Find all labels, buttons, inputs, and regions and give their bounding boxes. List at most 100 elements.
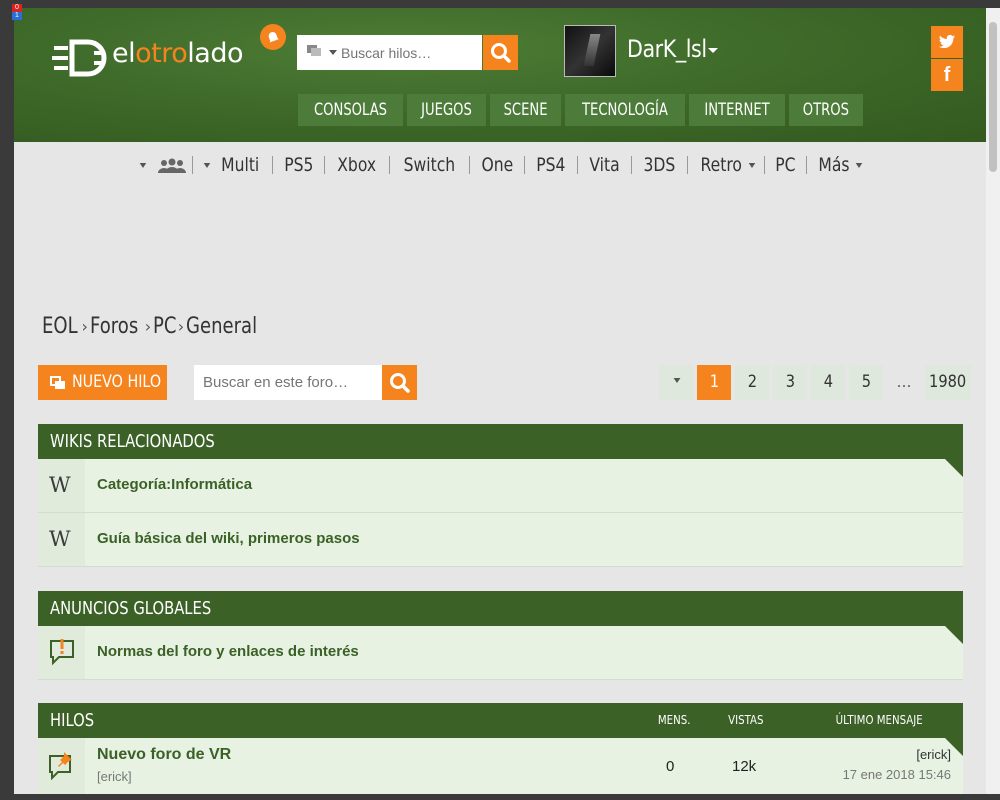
communities-menu[interactable] (129, 154, 192, 176)
page-1[interactable]: 1 (697, 365, 731, 400)
nav-consolas[interactable]: CONSOLAS (298, 94, 403, 126)
badge-0: 0 (12, 4, 22, 12)
thread-last-user[interactable]: [erick] (916, 747, 951, 762)
platform-mas[interactable]: Más (807, 154, 871, 176)
user-menu-caret-icon[interactable] (708, 48, 718, 53)
search-icon (491, 43, 511, 63)
page-3[interactable]: 3 (773, 365, 807, 400)
page-ellipsis: … (896, 373, 912, 391)
platform-switch[interactable]: Switch (390, 154, 469, 176)
column-last-message[interactable]: ÚLTIMO MENSAJE (836, 703, 923, 738)
breadcrumb-chevron-icon: › (177, 317, 185, 336)
section-header: ANUNCIOS GLOBALES (38, 591, 963, 626)
thread-views: 12k (732, 758, 757, 775)
breadcrumb: EOL › Foros › PC › General (42, 314, 273, 339)
breadcrumb-foros[interactable]: Foros (90, 314, 149, 339)
thread-title[interactable]: Nuevo foro de VR (97, 746, 231, 764)
nav-otros[interactable]: OTROS (789, 94, 863, 126)
site-logo[interactable]: elotrolado (52, 34, 292, 84)
badge-1: 1 (12, 12, 22, 20)
browser-viewport: elotrolado DarK_lsl (14, 8, 986, 794)
platform-vita[interactable]: Vita (578, 154, 631, 176)
header-search-input[interactable] (341, 35, 476, 70)
announcements-section: ANUNCIOS GLOBALES Normas del foro y enla… (38, 591, 963, 680)
scrollbar-thumb[interactable] (989, 22, 997, 172)
wiki-link[interactable]: Categoría:Informática (97, 476, 252, 493)
platform-xbox[interactable]: Xbox (325, 154, 388, 176)
alert-bubble-icon (50, 639, 74, 666)
debug-badges: 0 1 (12, 4, 22, 20)
new-thread-label: NUEVO HILO (72, 372, 162, 392)
nav-tecnologia[interactable]: TECNOLOGÍA (565, 94, 686, 126)
thread-author[interactable]: [erick] (97, 769, 132, 784)
platform-pc[interactable]: PC (765, 154, 806, 176)
platform-multi[interactable]: Multi (193, 154, 271, 176)
breadcrumb-chevron-icon: › (144, 317, 152, 336)
page-last[interactable]: 1980 (925, 365, 971, 400)
column-views[interactable]: VISTAS (728, 703, 763, 738)
section-title: HILOS (50, 710, 95, 731)
nav-juegos[interactable]: JUEGOS (406, 94, 486, 126)
section-title: WIKIS RELACIONADOS (50, 431, 215, 452)
threads-section: HILOS MENS. VISTAS ÚLTIMO MENSAJE Nuevo … (38, 703, 963, 794)
section-title: ANUNCIOS GLOBALES (50, 598, 212, 619)
page-jump-dropdown[interactable] (659, 365, 693, 400)
thread-filter-icon[interactable] (307, 45, 321, 57)
section-header: HILOS MENS. VISTAS ÚLTIMO MENSAJE (38, 703, 963, 738)
forum-search-box[interactable] (194, 365, 382, 400)
site-header: elotrolado DarK_lsl (14, 8, 986, 142)
user-avatar[interactable] (564, 25, 616, 77)
forum-search-input[interactable] (203, 365, 378, 400)
breadcrumb-general[interactable]: General (186, 314, 273, 339)
wiki-icon-cell: W (38, 513, 85, 566)
breadcrumb-chevron-icon: › (81, 317, 88, 336)
page-4[interactable]: 4 (811, 365, 845, 400)
new-thread-icon (50, 376, 65, 389)
announcement-icon-cell (38, 626, 85, 679)
wikis-section: WIKIS RELACIONADOS W Categoría:Informáti… (38, 424, 963, 567)
facebook-button[interactable]: f (931, 59, 963, 91)
forum-search-button[interactable] (382, 365, 417, 400)
filter-caret-icon[interactable] (329, 50, 337, 55)
thread-row[interactable]: Nuevo foro de VR [erick] 0 12k [erick] 1… (38, 738, 963, 794)
wiki-row[interactable]: W Categoría:Informática (38, 459, 963, 513)
wikipedia-icon: W (49, 527, 71, 551)
logo-text: elotrolado (112, 38, 243, 69)
thread-last-date[interactable]: 17 ene 2018 15:46 (843, 767, 951, 782)
search-icon (390, 373, 410, 393)
new-thread-button[interactable]: NUEVO HILO (38, 365, 167, 400)
header-search-button[interactable] (483, 35, 518, 70)
notification-bell-icon[interactable] (260, 24, 286, 50)
platform-3ds[interactable]: 3DS (632, 154, 687, 176)
wiki-icon-cell: W (38, 459, 85, 512)
column-messages[interactable]: MENS. (658, 703, 691, 738)
wiki-link[interactable]: Guía básica del wiki, primeros pasos (97, 530, 360, 547)
twitter-icon (939, 34, 955, 49)
page-5[interactable]: 5 (849, 365, 883, 400)
group-users-icon (158, 158, 187, 173)
thread-sticky-icon (49, 752, 72, 780)
twitter-button[interactable] (931, 26, 963, 58)
corner-fold (945, 459, 963, 477)
wiki-row[interactable]: W Guía básica del wiki, primeros pasos (38, 513, 963, 567)
section-header: WIKIS RELACIONADOS (38, 424, 963, 459)
pagination: 1 2 3 4 5 … 1980 (659, 365, 971, 400)
nav-scene[interactable]: SCENE (489, 94, 562, 126)
username[interactable]: DarK_lsl (627, 35, 707, 63)
platform-retro[interactable]: Retro (688, 154, 765, 176)
platform-one[interactable]: One (470, 154, 525, 176)
platform-ps5[interactable]: PS5 (273, 154, 325, 176)
platform-bar: Multi PS5 Xbox Switch One PS4 Vita 3DS R… (14, 142, 986, 188)
page-2[interactable]: 2 (735, 365, 769, 400)
page-scrollbar[interactable] (986, 8, 1000, 794)
main-nav: CONSOLAS JUEGOS SCENE TECNOLOGÍA INTERNE… (298, 94, 863, 126)
platform-ps4[interactable]: PS4 (525, 154, 577, 176)
header-search-box[interactable] (297, 35, 482, 70)
announcement-row[interactable]: Normas del foro y enlaces de interés (38, 626, 963, 680)
corner-fold (945, 626, 963, 644)
breadcrumb-eol[interactable]: EOL (42, 314, 85, 339)
nav-internet[interactable]: INTERNET (689, 94, 786, 126)
announcement-link[interactable]: Normas del foro y enlaces de interés (97, 643, 359, 660)
thread-icon-cell (38, 738, 85, 794)
logo-plug-icon (52, 39, 107, 77)
